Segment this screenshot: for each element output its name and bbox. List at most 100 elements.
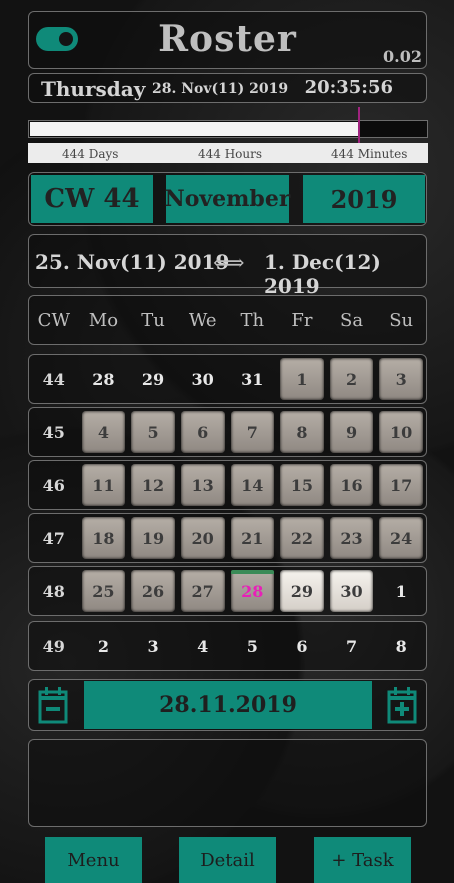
day-cell[interactable]: 3 [376, 355, 426, 403]
day-cell[interactable]: 24 [376, 514, 426, 562]
calendar-minus-icon[interactable] [38, 686, 68, 724]
detail-button[interactable]: Detail [179, 837, 276, 883]
day-cell[interactable]: 11 [79, 461, 129, 509]
day-cell[interactable]: 5 [228, 622, 278, 670]
calendar-week-number: 47 [42, 528, 65, 548]
menu-button[interactable]: Menu [45, 837, 142, 883]
day-cell[interactable]: 2 [327, 355, 377, 403]
calendar-week-header: CW [37, 309, 70, 331]
day-number: 23 [340, 528, 363, 548]
day-cell[interactable]: 1 [277, 355, 327, 403]
day-cell[interactable]: 15 [277, 461, 327, 509]
day-number: 18 [92, 528, 115, 548]
weekday-header: Mo [88, 309, 119, 331]
day-cell[interactable]: 26 [128, 567, 178, 615]
day-cell[interactable]: 25 [79, 567, 129, 615]
day-cell[interactable]: 4 [178, 622, 228, 670]
day-number: 15 [290, 475, 314, 495]
day-number: 25 [92, 581, 115, 601]
weekday-header: Su [389, 309, 414, 331]
day-cell[interactable]: 1 [376, 567, 426, 615]
day-number: 5 [147, 422, 159, 442]
calendar-plus-icon[interactable] [387, 686, 417, 724]
day-cell[interactable]: 30 [327, 567, 377, 615]
day-number: 10 [390, 422, 413, 442]
weekday-header: Tu [141, 309, 165, 331]
day-cell[interactable]: 29 [128, 355, 178, 403]
day-number: 1 [395, 581, 407, 601]
day-number: 6 [296, 636, 308, 656]
weekday-header: Th [240, 309, 265, 331]
weekday-header-row: CW Mo Tu We Th Fr Sa Su [28, 295, 427, 345]
day-number: 8 [296, 422, 308, 442]
day-cell[interactable]: 9 [327, 408, 377, 456]
day-cell[interactable]: 18 [79, 514, 129, 562]
current-date-bar: Thursday 28. Nov(11) 2019 20:35:56 [28, 73, 427, 103]
day-number: 1 [296, 369, 308, 389]
day-cell[interactable]: 7 [228, 408, 278, 456]
progress-fill [30, 122, 361, 136]
weekday-header: Sa [340, 309, 364, 331]
day-cell[interactable]: 23 [327, 514, 377, 562]
day-cell[interactable]: 2 [79, 622, 129, 670]
week-range-panel: 25. Nov(11) 2019 ⟺ 1. Dec(12) 2019 [28, 234, 427, 298]
day-cell[interactable]: 3 [128, 622, 178, 670]
day-cell[interactable]: 28 [79, 355, 129, 403]
day-number: 28 [241, 581, 264, 601]
day-cell[interactable]: 20 [178, 514, 228, 562]
day-number: 7 [246, 422, 258, 442]
week-row: 46 11 12 13 14 15 16 17 [28, 460, 427, 510]
calendar-week-number: 46 [42, 475, 65, 495]
week-selector[interactable]: CW 44 [31, 175, 153, 223]
progress-bar [28, 120, 428, 138]
day-cell[interactable]: 30 [178, 355, 228, 403]
day-number: 26 [141, 581, 165, 601]
day-number: 22 [290, 528, 314, 548]
day-cell[interactable]: 6 [277, 622, 327, 670]
add-task-button[interactable]: + Task [314, 837, 411, 883]
calendar-week-number: 44 [42, 369, 65, 389]
day-number: 30 [340, 581, 363, 601]
day-cell[interactable]: 6 [178, 408, 228, 456]
day-cell[interactable]: 19 [128, 514, 178, 562]
day-cell[interactable]: 7 [327, 622, 377, 670]
year-selector[interactable]: 2019 [303, 175, 425, 223]
range-end: 1. Dec(12) 2019 [264, 250, 381, 298]
day-cell[interactable]: 17 [376, 461, 426, 509]
day-cell[interactable]: 31 [228, 355, 278, 403]
day-cell[interactable]: 14 [228, 461, 278, 509]
selected-date-display[interactable]: 28.11.2019 [84, 681, 372, 729]
week-row: 48 25 26 27 28 29 30 1 [28, 566, 427, 616]
day-number: 14 [241, 475, 264, 495]
day-number: 29 [141, 369, 165, 389]
day-number: 12 [141, 475, 165, 495]
day-cell[interactable]: 29 [277, 567, 327, 615]
day-number: 4 [97, 422, 109, 442]
day-number: 4 [197, 636, 209, 656]
week-row: 47 18 19 20 21 22 23 24 [28, 513, 427, 563]
day-number: 28 [92, 369, 115, 389]
day-cell[interactable]: 27 [178, 567, 228, 615]
day-cell[interactable]: 13 [178, 461, 228, 509]
day-number: 2 [345, 369, 358, 389]
day-cell[interactable]: 5 [128, 408, 178, 456]
double-arrow-icon: ⟺ [213, 251, 245, 276]
day-cell[interactable]: 28 [228, 567, 278, 615]
week-row: 45 4 5 6 7 8 9 10 [28, 407, 427, 457]
weekday-label: Thursday [41, 77, 146, 101]
day-cell[interactable]: 4 [79, 408, 129, 456]
day-number: 27 [191, 581, 214, 601]
day-cell[interactable]: 10 [376, 408, 426, 456]
day-cell[interactable]: 8 [277, 408, 327, 456]
day-cell[interactable]: 8 [376, 622, 426, 670]
day-cell[interactable]: 22 [277, 514, 327, 562]
day-number: 17 [390, 475, 413, 495]
week-row: 44 28 29 30 31 1 2 3 [28, 354, 427, 404]
month-selector[interactable]: November [165, 175, 290, 223]
day-cell[interactable]: 21 [228, 514, 278, 562]
day-cell[interactable]: 16 [327, 461, 377, 509]
day-cell[interactable]: 12 [128, 461, 178, 509]
notes-area[interactable] [28, 739, 427, 827]
minutes-count: 444 Minutes [331, 147, 408, 161]
day-number: 29 [290, 581, 314, 601]
